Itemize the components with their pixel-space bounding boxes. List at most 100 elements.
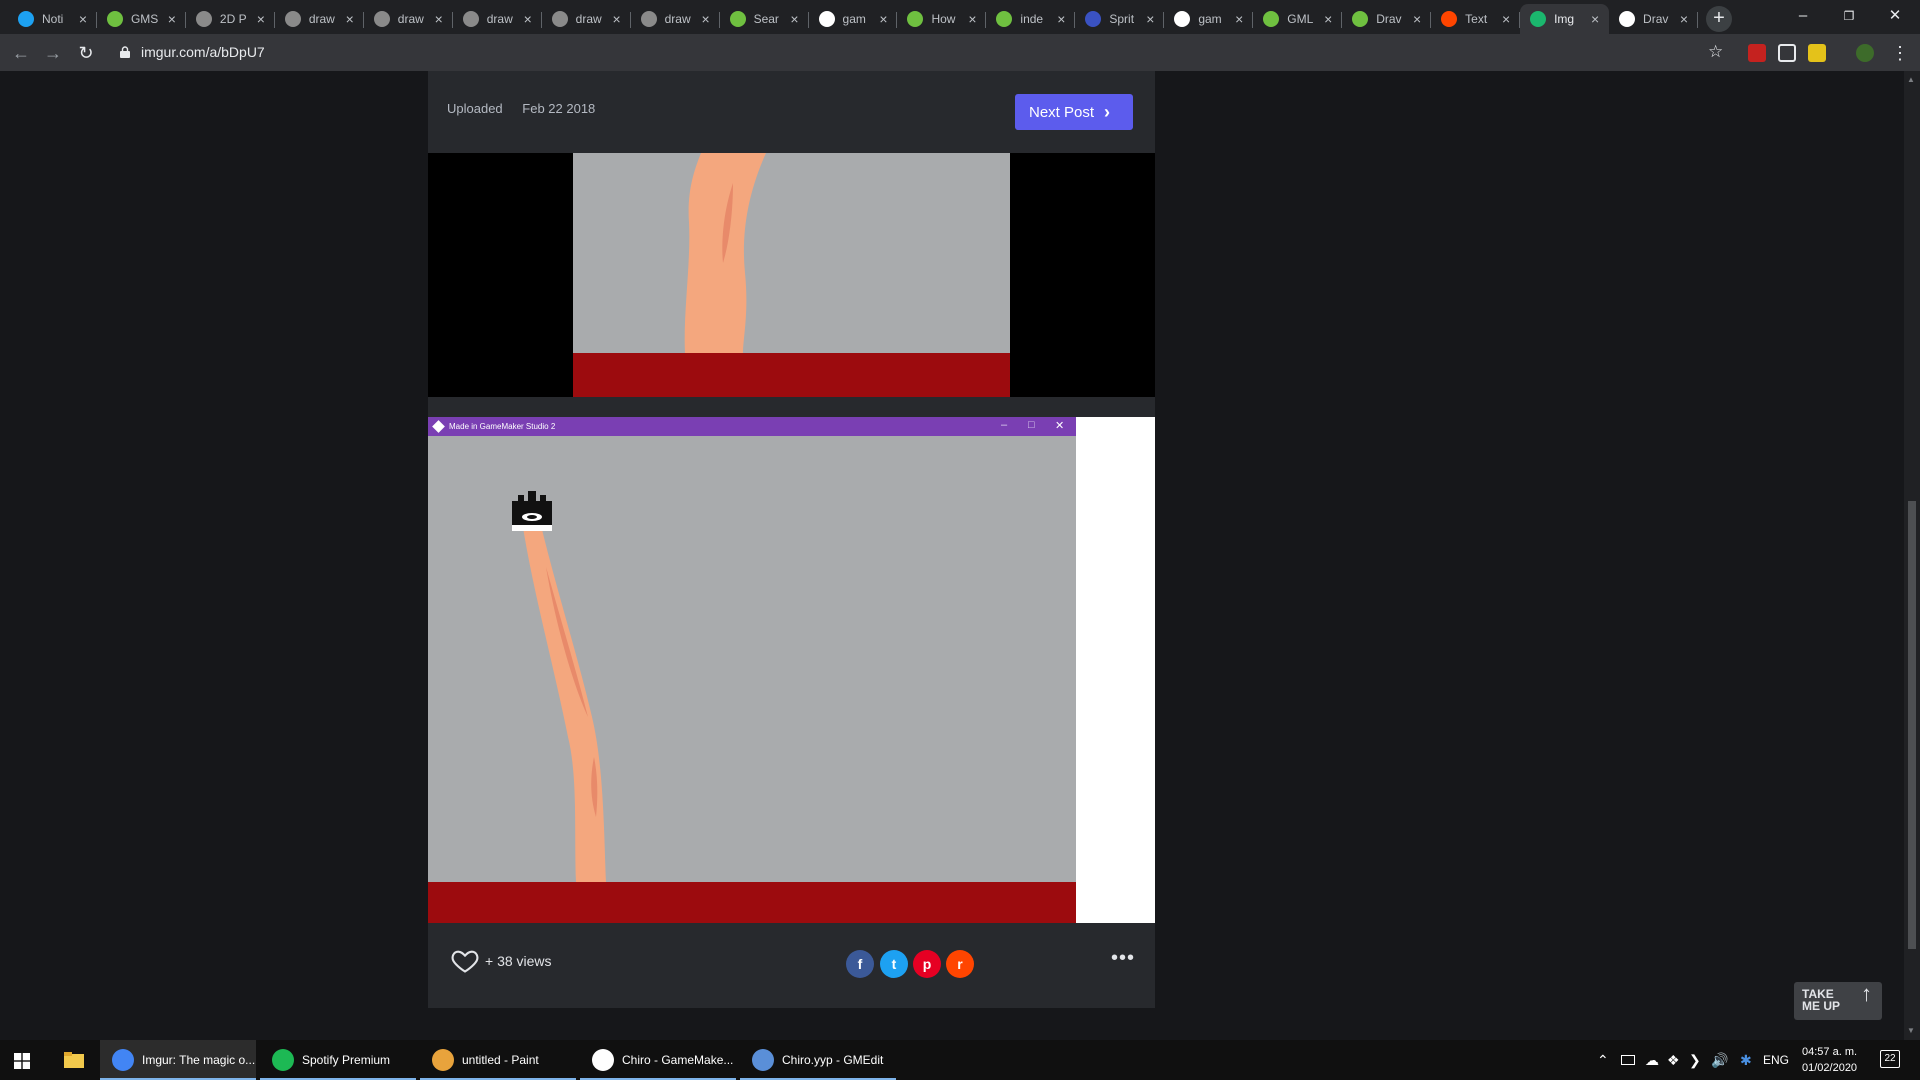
file-explorer-icon[interactable] <box>64 1052 84 1068</box>
bluetooth-icon[interactable]: ✱ <box>1740 1052 1752 1069</box>
onedrive-icon[interactable]: ☁ <box>1645 1052 1659 1069</box>
reddit-share-button[interactable]: r <box>946 950 974 978</box>
close-tab-icon[interactable]: × <box>1053 11 1069 27</box>
close-tab-icon[interactable]: × <box>1142 11 1158 27</box>
gmail-extension-icon[interactable] <box>1748 44 1766 62</box>
pinterest-share-button[interactable]: p <box>913 950 941 978</box>
close-tab-icon[interactable]: × <box>1676 11 1692 27</box>
browser-tab-strip: Noti × GMS × 2D P × draw × draw × draw × draw × draw × S… <box>0 0 1920 34</box>
close-tab-icon[interactable]: × <box>431 11 447 27</box>
close-tab-icon[interactable]: × <box>1409 11 1425 27</box>
profile-avatar[interactable] <box>1856 44 1874 62</box>
extension-icon[interactable] <box>1808 44 1826 62</box>
twitter-share-button[interactable]: t <box>880 950 908 978</box>
address-bar[interactable]: imgur.com/a/bDpU7 <box>141 44 265 60</box>
taskbar-app-button[interactable]: Chiro.yyp - GMEdit <box>740 1040 896 1080</box>
browser-tab[interactable]: Img × <box>1520 4 1610 34</box>
tab-title: gam <box>1198 12 1222 26</box>
browser-tab[interactable]: Sear × <box>720 4 809 34</box>
post-image-2[interactable]: Made in GameMaker Studio 2 – □ ✕ <box>428 417 1155 923</box>
scrollbar-thumb[interactable] <box>1908 501 1916 949</box>
browser-tab[interactable]: gam × <box>1164 4 1254 34</box>
close-tab-icon[interactable]: × <box>1587 11 1603 27</box>
close-window-button[interactable]: ✕ <box>1872 4 1918 28</box>
browser-toolbar: ← → ↻ imgur.com/a/bDpU7 ☆ ⋮ <box>0 34 1920 71</box>
taskbar-app-button[interactable]: Chiro - GameMake... <box>580 1040 736 1080</box>
browser-tab[interactable]: Noti × <box>8 4 97 34</box>
reload-button[interactable]: ↻ <box>73 40 99 66</box>
chrome-menu-button[interactable]: ⋮ <box>1887 40 1913 66</box>
clock-date: 01/02/2020 <box>1802 1062 1858 1074</box>
close-tab-icon[interactable]: × <box>75 11 91 27</box>
close-tab-icon[interactable]: × <box>964 11 980 27</box>
heart-icon[interactable] <box>451 947 479 975</box>
post-image-1[interactable] <box>428 153 1155 397</box>
minimize-window-button[interactable]: – <box>1780 4 1826 28</box>
restore-window-button[interactable]: ❐ <box>1826 4 1872 28</box>
dropbox-icon[interactable]: ❖ <box>1667 1052 1680 1069</box>
action-center-icon[interactable]: 22 <box>1880 1050 1900 1068</box>
forward-button[interactable]: → <box>40 40 66 66</box>
close-tab-icon[interactable]: × <box>698 11 714 27</box>
paint-icon <box>432 1049 454 1071</box>
close-tab-icon[interactable]: × <box>1320 11 1336 27</box>
globe-icon <box>551 11 568 27</box>
back-button[interactable]: ← <box>8 40 34 66</box>
taskbar-app-button[interactable]: untitled - Paint <box>420 1040 576 1080</box>
taskbar-app-label: Spotify Premium <box>302 1053 391 1067</box>
taskbar-app-button[interactable]: Imgur: The magic o... <box>100 1040 256 1080</box>
bookmark-star-icon[interactable]: ☆ <box>1708 42 1723 62</box>
browser-tab[interactable]: 2D P × <box>186 4 275 34</box>
browser-tab[interactable]: draw × <box>542 4 631 34</box>
browser-tab[interactable]: How × <box>897 4 987 34</box>
facebook-share-button[interactable]: f <box>846 950 874 978</box>
language-indicator[interactable]: ENG <box>1763 1053 1789 1067</box>
tongue-graphic-1 <box>684 153 766 353</box>
more-options-button[interactable]: ••• <box>1111 947 1135 970</box>
page-scrollbar[interactable]: ▲ ▼ <box>1904 71 1920 1040</box>
tab-title: How <box>931 12 956 26</box>
close-tab-icon[interactable]: × <box>609 11 625 27</box>
close-tab-icon[interactable]: × <box>1498 11 1514 27</box>
browser-tab[interactable]: inde × <box>986 4 1076 34</box>
close-tab-icon[interactable]: × <box>342 11 358 27</box>
tab-title: GML <box>1287 12 1314 26</box>
gamemaker-icon <box>592 1049 614 1071</box>
close-tab-icon[interactable]: × <box>164 11 180 27</box>
tab-title: draw <box>486 12 513 26</box>
browser-tab[interactable]: draw × <box>275 4 364 34</box>
tab-title: Img <box>1554 12 1575 26</box>
browser-tab[interactable]: GMS × <box>97 4 186 34</box>
windows-start-icon[interactable] <box>14 1053 30 1069</box>
browser-tab[interactable]: Drav × <box>1342 4 1432 34</box>
browser-tab[interactable]: Text × <box>1431 4 1521 34</box>
taskbar-app-button[interactable]: Spotify Premium <box>260 1040 416 1080</box>
tray-expand-icon[interactable]: ⌃ <box>1597 1052 1609 1069</box>
pocket-extension-icon[interactable] <box>1778 44 1796 62</box>
scroll-up-arrow-icon[interactable]: ▲ <box>1907 75 1915 84</box>
take-me-up-button[interactable]: TAKE ME UP ↑ <box>1794 982 1882 1020</box>
tab-title: inde <box>1020 12 1044 26</box>
gm-forum-icon <box>729 11 746 27</box>
scroll-down-arrow-icon[interactable]: ▼ <box>1907 1026 1915 1035</box>
browser-tab[interactable]: Drav × <box>1609 4 1698 34</box>
browser-tab[interactable]: Sprit × <box>1075 4 1165 34</box>
close-tab-icon[interactable]: × <box>253 11 269 27</box>
close-tab-icon[interactable]: × <box>787 11 803 27</box>
browser-tab[interactable]: GML × <box>1253 4 1343 34</box>
close-tab-icon[interactable]: × <box>1231 11 1247 27</box>
spriters-icon <box>1085 11 1102 27</box>
browser-tab[interactable]: gam × <box>809 4 898 34</box>
browser-tab[interactable]: draw × <box>453 4 542 34</box>
close-tab-icon[interactable]: × <box>875 11 891 27</box>
volume-icon[interactable]: 🔊 <box>1711 1052 1728 1069</box>
next-post-button[interactable]: Next Post › <box>1015 94 1133 130</box>
browser-tab[interactable]: draw × <box>364 4 453 34</box>
browser-tab[interactable]: draw × <box>631 4 720 34</box>
system-clock[interactable]: 04:57 a. m. 01/02/2020 <box>1802 1044 1857 1076</box>
wifi-icon[interactable]: ❯ <box>1689 1052 1701 1069</box>
close-tab-icon[interactable]: × <box>520 11 536 27</box>
battery-icon[interactable] <box>1621 1055 1635 1065</box>
new-tab-button[interactable]: + <box>1706 6 1732 32</box>
gamemaker-icon <box>1619 11 1636 27</box>
